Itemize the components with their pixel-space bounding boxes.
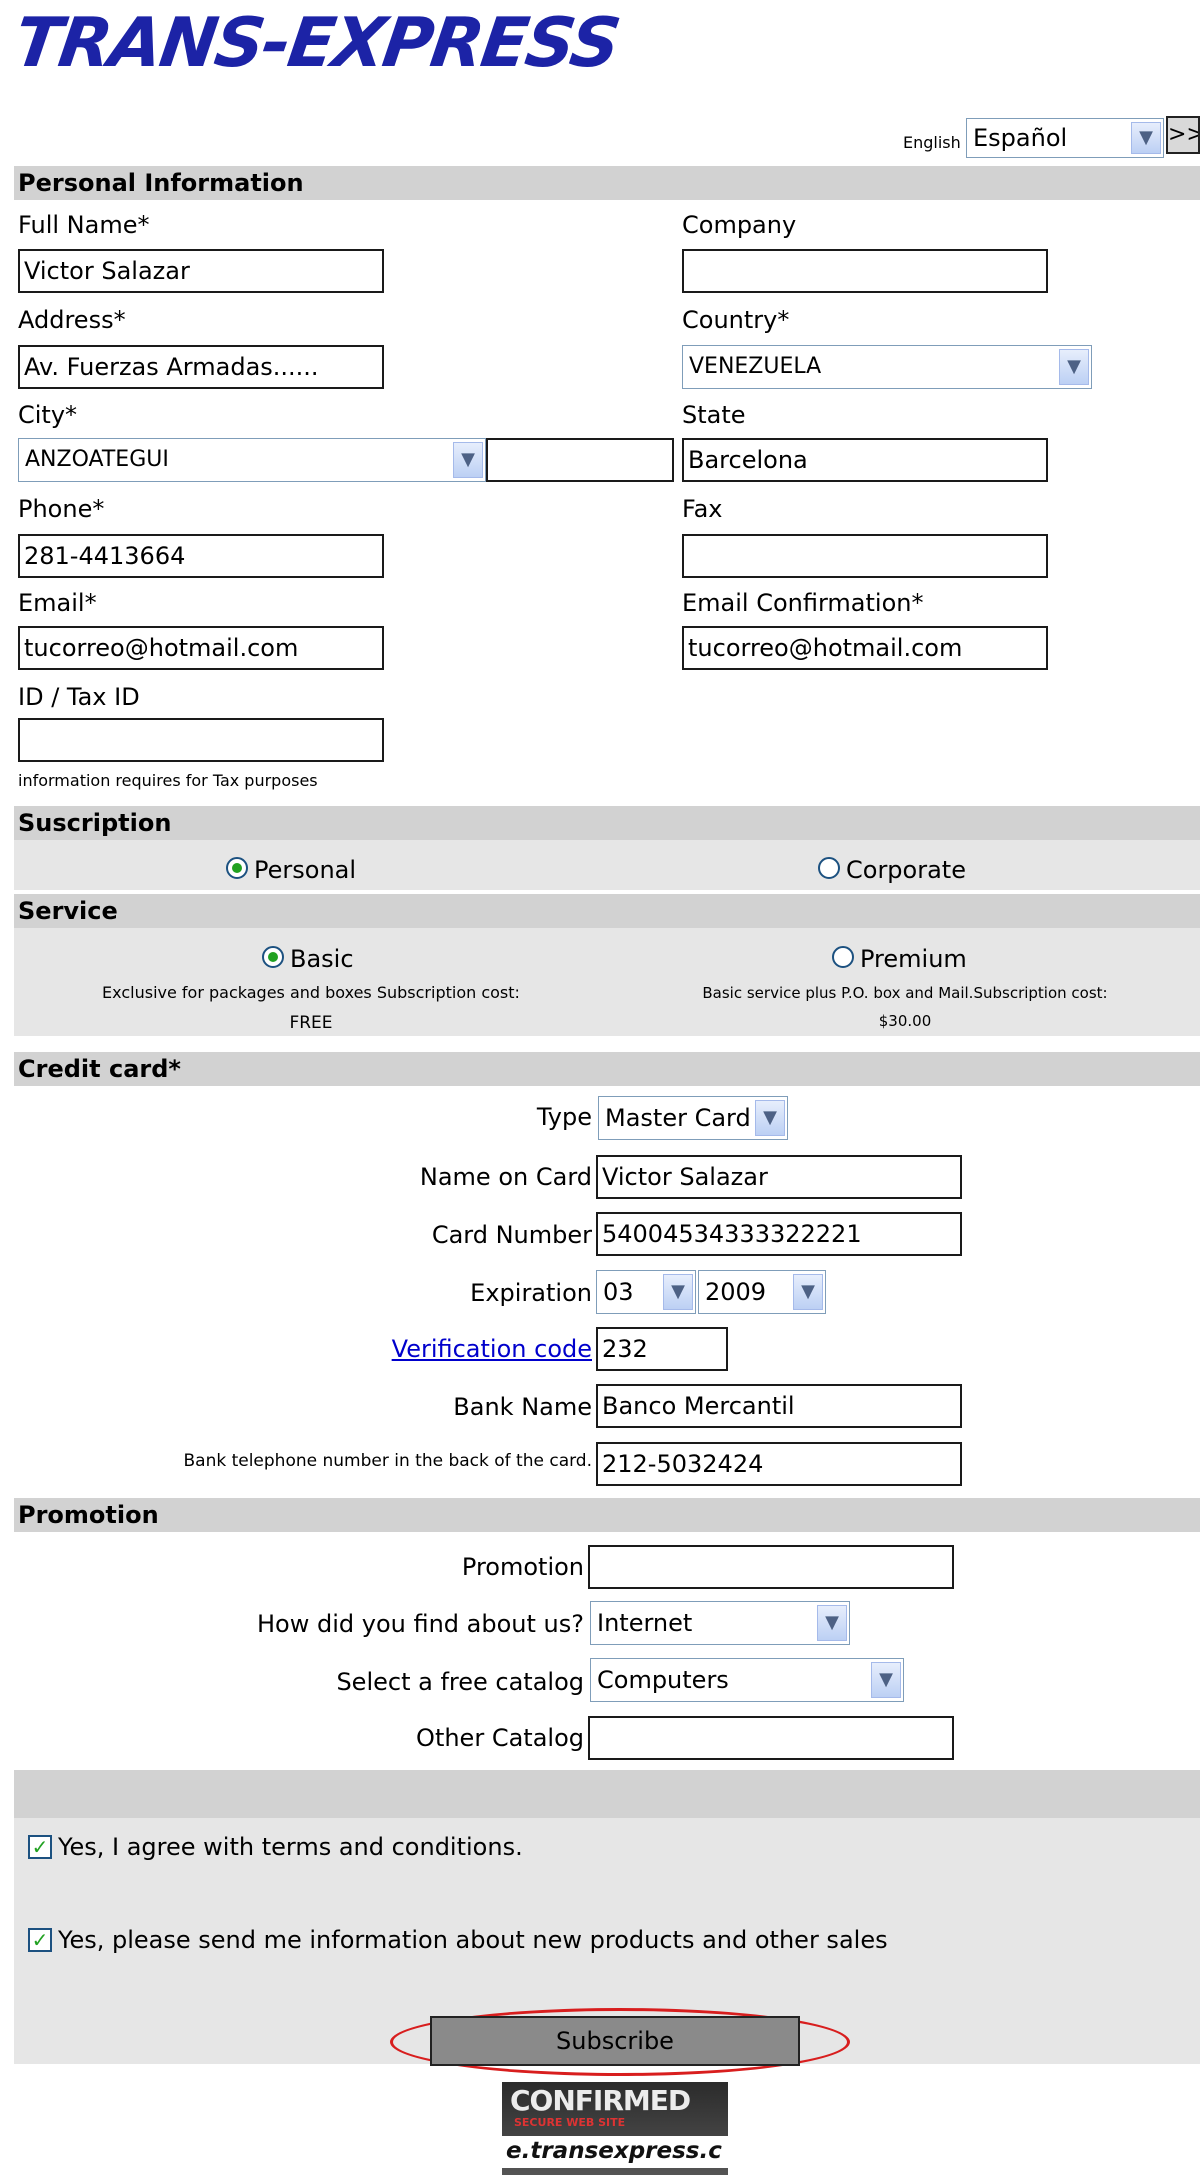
country-select[interactable]: VENEZUELA ▼ (682, 345, 1092, 389)
chevron-down-icon: ▼ (793, 1274, 823, 1310)
full-name-input[interactable]: Victor Salazar (18, 249, 384, 293)
other-catalog-input[interactable] (588, 1716, 954, 1760)
chevron-down-icon: ▼ (1059, 349, 1089, 385)
state-label: State (682, 401, 746, 429)
promotion-input[interactable] (588, 1545, 954, 1589)
exp-year-selected: 2009 (705, 1278, 767, 1306)
country-selected: VENEZUELA (689, 354, 822, 379)
subscription-corporate-radio[interactable] (818, 857, 840, 879)
service-basic-desc: Exclusive for packages and boxes Subscri… (102, 983, 520, 1002)
service-premium-desc: Basic service plus P.O. box and Mail.Sub… (702, 984, 1108, 1002)
language-selected: Español (973, 124, 1068, 152)
promotion-heading: Promotion (14, 1498, 1200, 1532)
exp-year-select[interactable]: 2009 ▼ (698, 1270, 826, 1314)
country-label: Country* (682, 306, 790, 334)
service-premium-price: $30.00 (878, 1012, 932, 1030)
fax-input[interactable] (682, 534, 1048, 578)
service-basic-price: FREE (289, 1013, 333, 1033)
subscription-panel (14, 840, 1200, 890)
language-go-button[interactable]: >> (1166, 116, 1200, 154)
find-us-select[interactable]: Internet ▼ (590, 1601, 850, 1645)
card-number-label: Card Number (431, 1221, 592, 1249)
address-label: Address* (18, 306, 126, 334)
email-confirm-input[interactable]: tucorreo@hotmail.com (682, 626, 1048, 670)
email-label: Email* (18, 589, 97, 617)
card-number-input[interactable]: 54004534333322221 (596, 1212, 962, 1256)
bank-phone-label: Bank telephone number in the back of the… (183, 1451, 592, 1471)
terms-label: Yes, I agree with terms and conditions. (58, 1833, 523, 1861)
verification-code-link[interactable]: Verification code (300, 1334, 592, 1364)
subscription-heading: Suscription (14, 806, 1200, 840)
service-premium-label: Premium (860, 945, 967, 973)
service-basic-radio[interactable] (262, 946, 284, 968)
exp-month-selected: 03 (603, 1278, 634, 1306)
city-selected: ANZOATEGUI (25, 447, 169, 472)
catalog-label: Select a free catalog (336, 1668, 584, 1696)
city-other-input[interactable] (486, 438, 674, 482)
expiration-label: Expiration (470, 1279, 592, 1307)
terms-checkbox[interactable]: ✓ (28, 1835, 52, 1859)
full-name-label: Full Name* (18, 211, 150, 239)
exp-month-select[interactable]: 03 ▼ (596, 1270, 696, 1314)
service-premium-radio[interactable] (832, 946, 854, 968)
find-us-selected: Internet (597, 1609, 693, 1637)
taxid-input[interactable] (18, 718, 384, 762)
card-type-selected: Master Card (605, 1104, 751, 1132)
card-type-label: Type (536, 1103, 592, 1131)
company-label: Company (682, 211, 797, 239)
address-input[interactable]: Av. Fuerzas Armadas...... (18, 345, 384, 389)
chevron-down-icon: ▼ (871, 1662, 901, 1698)
promotion-label: Promotion (461, 1553, 584, 1581)
brand-logo: TRANS-EXPRESS (9, 4, 624, 83)
email-input[interactable]: tucorreo@hotmail.com (18, 626, 384, 670)
chevron-down-icon: ▼ (663, 1274, 693, 1310)
state-input[interactable]: Barcelona (682, 438, 1048, 482)
service-basic-label: Basic (290, 945, 354, 973)
city-label: City* (18, 401, 78, 429)
company-input[interactable] (682, 249, 1048, 293)
city-select[interactable]: ANZOATEGUI ▼ (18, 438, 486, 482)
credit-card-heading: Credit card* (14, 1052, 1200, 1086)
phone-label: Phone* (18, 495, 105, 523)
language-label: English (903, 133, 961, 152)
catalog-select[interactable]: Computers ▼ (590, 1658, 904, 1702)
other-catalog-label: Other Catalog (416, 1724, 584, 1752)
badge-url-strip: e.transexpress.c (502, 2136, 728, 2168)
chevron-down-icon: ▼ (755, 1100, 785, 1136)
taxid-note: information requires for Tax purposes (18, 771, 318, 790)
newsletter-label: Yes, please send me information about ne… (58, 1926, 888, 1954)
badge-url: e.transexpress.c (506, 2138, 722, 2164)
chevron-down-icon: ▼ (1131, 122, 1161, 154)
email-confirm-label: Email Confirmation* (682, 589, 924, 617)
card-type-select[interactable]: Master Card ▼ (598, 1096, 788, 1140)
subscribe-button[interactable]: Subscribe (430, 2016, 800, 2066)
card-name-input[interactable]: Victor Salazar (596, 1155, 962, 1199)
chevron-down-icon: ▼ (817, 1605, 847, 1641)
personal-info-heading: Personal Information (14, 166, 1200, 200)
find-us-label: How did you find about us? (257, 1610, 584, 1638)
badge-title: CONFIRMED (510, 2084, 691, 2117)
phone-input[interactable]: 281-4413664 (18, 534, 384, 578)
subscribe-button-label: Subscribe (556, 2027, 674, 2055)
taxid-label: ID / Tax ID (18, 683, 140, 711)
newsletter-checkbox[interactable]: ✓ (28, 1928, 52, 1952)
card-name-label: Name on Card (419, 1163, 592, 1191)
agreement-divider (14, 1770, 1200, 1818)
bank-name-input[interactable]: Banco Mercantil (596, 1384, 962, 1428)
subscription-personal-radio[interactable] (226, 857, 248, 879)
subscription-personal-label: Personal (254, 856, 357, 884)
secure-site-badge[interactable]: CONFIRMED SECURE WEB SITE e.transexpress… (502, 2082, 728, 2175)
badge-subtitle: SECURE WEB SITE (514, 2116, 626, 2129)
language-select[interactable]: Español ▼ (966, 118, 1164, 158)
subscription-corporate-label: Corporate (846, 856, 966, 884)
chevron-down-icon: ▼ (453, 442, 483, 478)
bank-phone-input[interactable]: 212-5032424 (596, 1442, 962, 1486)
bank-name-label: Bank Name (453, 1393, 592, 1421)
catalog-selected: Computers (597, 1666, 729, 1694)
verification-code-input[interactable]: 232 (596, 1327, 728, 1371)
service-heading: Service (14, 894, 1200, 928)
fax-label: Fax (682, 495, 723, 523)
